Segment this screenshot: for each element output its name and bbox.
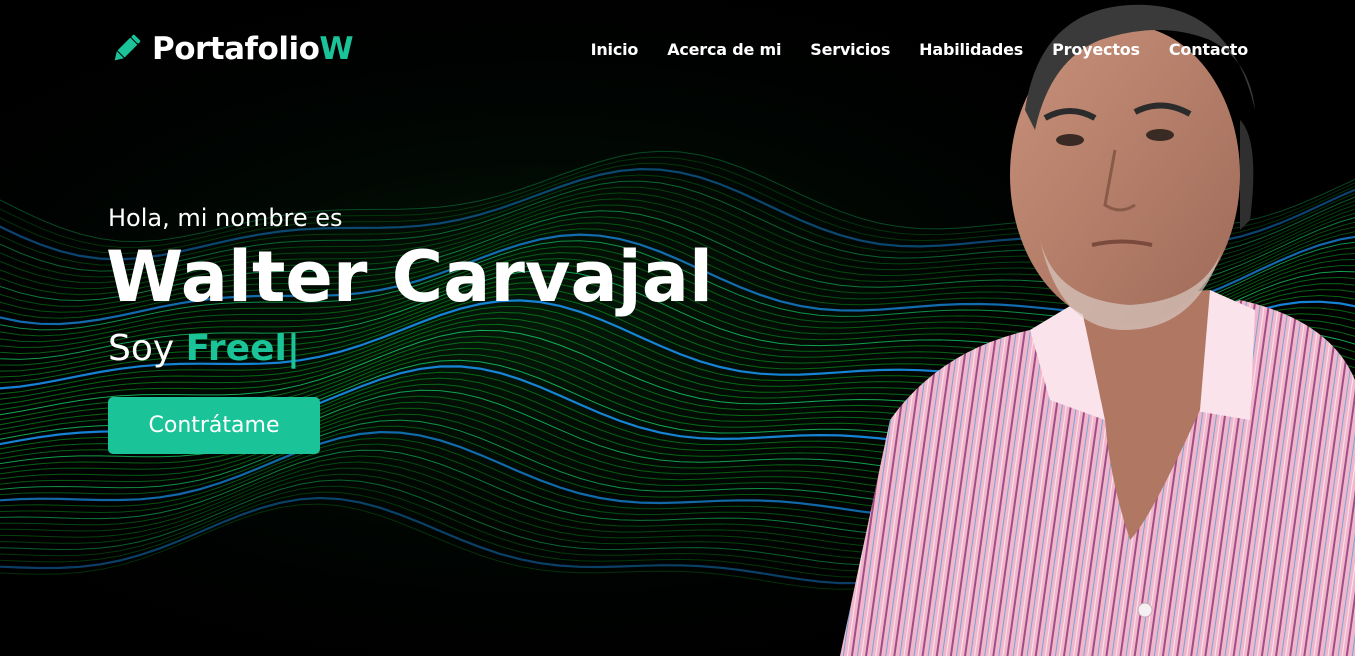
hero-name: Walter Carvajal [106,236,713,318]
nav-link-habilidades[interactable]: Habilidades [919,40,1023,59]
role-prefix: Soy [108,328,175,369]
typing-cursor: | [286,328,301,369]
nav-link-proyectos[interactable]: Proyectos [1052,40,1140,59]
hero-section: PortafolioW Inicio Acerca de mi Servicio… [0,0,1355,656]
role-typed-text: Freel [185,328,287,369]
brand-name: PortafolioW [152,31,354,67]
nav-link-inicio[interactable]: Inicio [591,40,639,59]
hire-me-button[interactable]: Contrátame [108,397,320,454]
pencil-icon [114,34,141,61]
nav-link-acerca[interactable]: Acerca de mi [667,40,781,59]
nav-link-servicios[interactable]: Servicios [810,40,890,59]
nav-menu: Inicio Acerca de mi Servicios Habilidade… [591,40,1249,59]
hero-role: Soy Freel| [108,328,300,369]
hero-greeting: Hola, mi nombre es [108,204,343,232]
nav-link-contacto[interactable]: Contacto [1169,40,1248,59]
navbar: PortafolioW Inicio Acerca de mi Servicio… [0,0,1355,100]
brand-logo[interactable]: PortafolioW [108,31,354,67]
brand-accent-letter: W [319,31,354,67]
